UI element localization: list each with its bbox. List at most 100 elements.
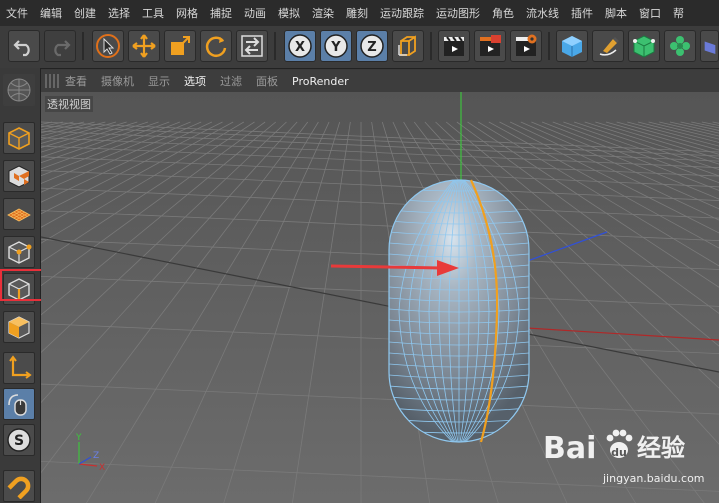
viewport-menu-view[interactable]: 查看 — [65, 73, 87, 89]
x-axis-lock-button[interactable]: X — [284, 30, 316, 62]
clapboard-icon — [444, 36, 464, 56]
render-view-button[interactable] — [438, 30, 470, 62]
polygons-mode-button[interactable] — [3, 311, 35, 343]
rotate-tool-button[interactable] — [200, 30, 232, 62]
menu-animate[interactable]: 动画 — [238, 5, 272, 21]
menu-tools[interactable]: 工具 — [136, 5, 170, 21]
menu-bar: 文件 编辑 创建 选择 工具 网格 捕捉 动画 模拟 渲染 雕刻 运动跟踪 运动… — [0, 0, 719, 27]
menu-script[interactable]: 脚本 — [599, 5, 633, 21]
menu-character[interactable]: 角色 — [486, 5, 520, 21]
points-cube-icon — [8, 241, 32, 264]
main-toolbar: X Y Z — [0, 26, 719, 69]
scale-icon — [171, 36, 190, 55]
axis-icon — [9, 355, 32, 379]
subdivision-icon — [633, 35, 655, 58]
menu-simulate[interactable]: 模拟 — [272, 5, 306, 21]
viewport-menu-options[interactable]: 选项 — [184, 73, 206, 89]
magnet-icon — [7, 476, 31, 499]
viewport-canvas[interactable]: Y X Z Bai du 经验 jingyan.baidu.com — [41, 92, 719, 503]
deformer-button[interactable] — [700, 30, 719, 62]
workplane-toggle-button[interactable] — [3, 74, 35, 106]
menu-motion-tracker[interactable]: 运动跟踪 — [374, 5, 430, 21]
menu-mesh[interactable]: 网格 — [170, 5, 204, 21]
snap-label: S — [14, 433, 24, 449]
drag-handle-icon[interactable] — [45, 74, 59, 88]
viewport-menu-display[interactable]: 显示 — [148, 73, 170, 89]
pen-spline-button[interactable] — [592, 30, 624, 62]
menu-plugins[interactable]: 插件 — [565, 5, 599, 21]
menu-render[interactable]: 渲染 — [306, 5, 340, 21]
menu-create[interactable]: 创建 — [68, 5, 102, 21]
menu-sculpt[interactable]: 雕刻 — [340, 5, 374, 21]
viewport-menu-panel[interactable]: 面板 — [256, 73, 278, 89]
cursor-icon — [96, 34, 120, 58]
coordinate-system-button[interactable] — [392, 30, 424, 62]
redo-icon — [54, 40, 71, 57]
capsule-object[interactable] — [388, 179, 530, 444]
toolbar-separator — [274, 32, 276, 60]
menu-pipeline[interactable]: 流水线 — [520, 5, 565, 21]
toolbar-separator — [430, 32, 432, 60]
perspective-viewport[interactable]: Y X Z Bai du 经验 jingyan.baidu.com 透视视图 — [41, 92, 719, 503]
grid-plane-icon — [7, 208, 31, 222]
model-mode-button[interactable] — [3, 122, 35, 154]
axis-mode-button[interactable] — [3, 352, 35, 384]
viewport-menu-filter[interactable]: 过滤 — [220, 73, 242, 89]
watermark-brand-cn: 经验 — [637, 434, 685, 462]
undo-button[interactable] — [8, 30, 40, 62]
snap-icon: S — [7, 428, 31, 452]
mouse-icon — [8, 394, 27, 416]
menu-mograph[interactable]: 运动图形 — [430, 5, 486, 21]
z-axis-label: Z — [367, 40, 376, 55]
move-tool-button[interactable] — [128, 30, 160, 62]
y-axis-lock-button[interactable]: Y — [320, 30, 352, 62]
gizmo-x-label: X — [99, 463, 105, 473]
x-axis-icon: X — [288, 34, 312, 58]
texture-mode-button[interactable] — [3, 160, 35, 192]
toolbar-separator — [548, 32, 550, 60]
render-to-picture-viewer-button[interactable] — [474, 30, 506, 62]
y-axis-label: Y — [330, 40, 341, 55]
menu-file[interactable]: 文件 — [0, 5, 34, 21]
transform-icon — [241, 35, 263, 57]
render-picture-icon — [480, 35, 501, 56]
workplane-mode-button[interactable] — [3, 198, 35, 230]
coordinate-icon — [398, 35, 416, 56]
scale-tool-button[interactable] — [164, 30, 196, 62]
cube-primitive-button[interactable] — [556, 30, 588, 62]
cube-icon — [562, 36, 582, 57]
render-settings-button[interactable] — [510, 30, 542, 62]
menu-snap[interactable]: 捕捉 — [204, 5, 238, 21]
watermark-brand: Bai — [543, 431, 596, 466]
cloner-button[interactable] — [664, 30, 696, 62]
pen-icon — [599, 37, 619, 56]
checker-cube-icon — [8, 165, 30, 188]
viewport-menu-bar: 查看 摄像机 显示 选项 过滤 面板 ProRender — [41, 70, 719, 92]
y-axis-icon: Y — [324, 34, 348, 58]
x-axis-label: X — [295, 40, 305, 55]
menu-select[interactable]: 选择 — [102, 5, 136, 21]
select-tool-button[interactable] — [92, 30, 124, 62]
cloner-icon — [670, 36, 690, 56]
deformer-icon — [704, 41, 715, 54]
move-icon — [132, 34, 156, 58]
snapping-button[interactable]: S — [3, 424, 35, 456]
watermark-url: jingyan.baidu.com — [602, 472, 705, 485]
menu-help[interactable]: 帮 — [667, 5, 690, 21]
viewport-label: 透视视图 — [45, 96, 93, 112]
menu-window[interactable]: 窗口 — [633, 5, 667, 21]
subdivision-surface-button[interactable] — [628, 30, 660, 62]
magnet-button[interactable] — [3, 470, 35, 502]
sphere-grid-icon — [7, 78, 31, 102]
points-mode-button[interactable] — [3, 236, 35, 268]
toolbar-separator — [82, 32, 84, 60]
tweak-mode-button[interactable] — [3, 388, 35, 420]
rotate-icon — [205, 36, 227, 57]
redo-button[interactable] — [44, 30, 76, 62]
viewport-menu-cameras[interactable]: 摄像机 — [101, 73, 134, 89]
menu-edit[interactable]: 编辑 — [34, 5, 68, 21]
viewport-menu-prorender[interactable]: ProRender — [292, 75, 349, 88]
z-axis-lock-button[interactable]: Z — [356, 30, 388, 62]
transform-tool-button[interactable] — [236, 30, 268, 62]
polygons-cube-icon — [8, 316, 30, 339]
